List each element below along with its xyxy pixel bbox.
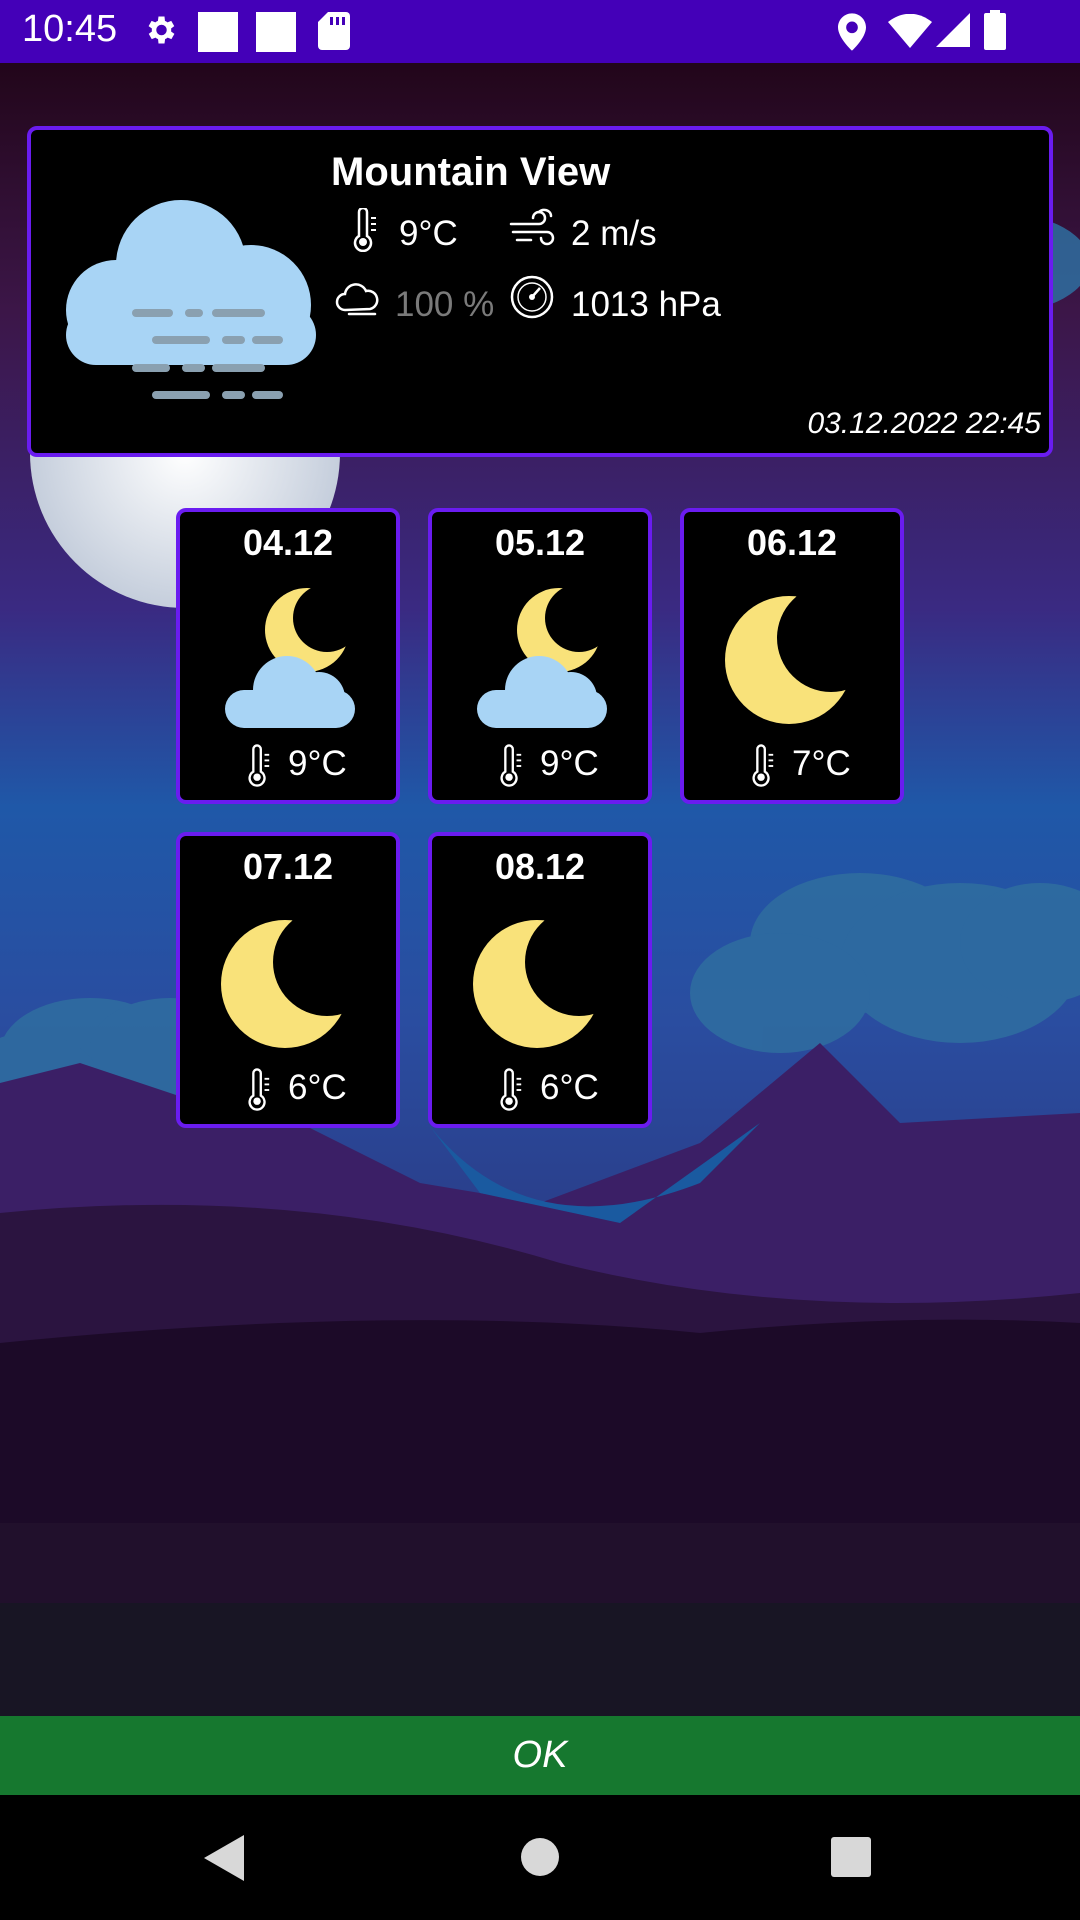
thermometer-icon bbox=[349, 206, 379, 257]
forecast-date: 06.12 bbox=[746, 522, 838, 563]
forecast-temperature: 7°C bbox=[792, 744, 851, 783]
wind-icon bbox=[509, 206, 555, 255]
city-name: Mountain View bbox=[331, 150, 611, 194]
navigation-bar bbox=[0, 1795, 1080, 1920]
forecast-card[interactable]: 05.12 9°C bbox=[428, 508, 652, 804]
cloudiness: 100 % bbox=[395, 285, 495, 324]
status-bar: 10:45 bbox=[0, 0, 1080, 63]
forecast-card[interactable]: 08.12 6°C bbox=[428, 832, 652, 1128]
thermometer-icon bbox=[244, 1068, 272, 1117]
moon-cloud-icon bbox=[217, 580, 367, 730]
sd-card-icon bbox=[318, 12, 350, 55]
moon-cloud-icon bbox=[469, 580, 619, 730]
forecast-temperature: 9°C bbox=[288, 744, 347, 783]
pressure-gauge-icon bbox=[509, 274, 555, 325]
ok-button[interactable]: OK bbox=[0, 1716, 1080, 1795]
forecast-date: 05.12 bbox=[494, 522, 586, 563]
forecast-temperature: 9°C bbox=[540, 744, 599, 783]
signal-icon bbox=[936, 13, 970, 52]
wifi-icon bbox=[888, 13, 932, 53]
forecast-date: 04.12 bbox=[242, 522, 334, 563]
pressure: 1013 hPa bbox=[571, 285, 721, 324]
square-icon bbox=[256, 12, 296, 57]
forecast-card[interactable]: 06.12 7°C bbox=[680, 508, 904, 804]
current-temperature: 9°C bbox=[399, 214, 458, 253]
thermometer-icon bbox=[244, 744, 272, 793]
forecast-temperature: 6°C bbox=[540, 1068, 599, 1107]
updated-timestamp: 03.12.2022 22:45 bbox=[807, 407, 1041, 440]
thermometer-icon bbox=[496, 1068, 524, 1117]
moon-icon bbox=[721, 580, 885, 730]
forecast-card[interactable]: 04.12 9°C bbox=[176, 508, 400, 804]
forecast-card[interactable]: 07.12 6°C bbox=[176, 832, 400, 1128]
forecast-date: 08.12 bbox=[494, 846, 586, 887]
back-icon[interactable] bbox=[204, 1835, 244, 1886]
recents-icon[interactable] bbox=[831, 1837, 871, 1882]
gear-icon bbox=[142, 12, 178, 53]
wind-speed: 2 m/s bbox=[571, 214, 657, 253]
fog-cloud-icon bbox=[51, 185, 321, 410]
home-icon[interactable] bbox=[520, 1837, 560, 1882]
square-icon bbox=[198, 12, 238, 57]
location-icon bbox=[838, 13, 866, 56]
status-time: 10:45 bbox=[22, 8, 118, 50]
moon-icon bbox=[217, 904, 381, 1054]
current-weather-card[interactable]: Mountain View 9°C 2 m/s 100 % 1013 hPa 0… bbox=[27, 126, 1053, 457]
thermometer-icon bbox=[748, 744, 776, 793]
thermometer-icon bbox=[496, 744, 524, 793]
battery-icon bbox=[984, 10, 1006, 55]
forecast-temperature: 6°C bbox=[288, 1068, 347, 1107]
forecast-date: 07.12 bbox=[242, 846, 334, 887]
moon-icon bbox=[469, 904, 633, 1054]
cloudiness-icon bbox=[335, 280, 381, 321]
